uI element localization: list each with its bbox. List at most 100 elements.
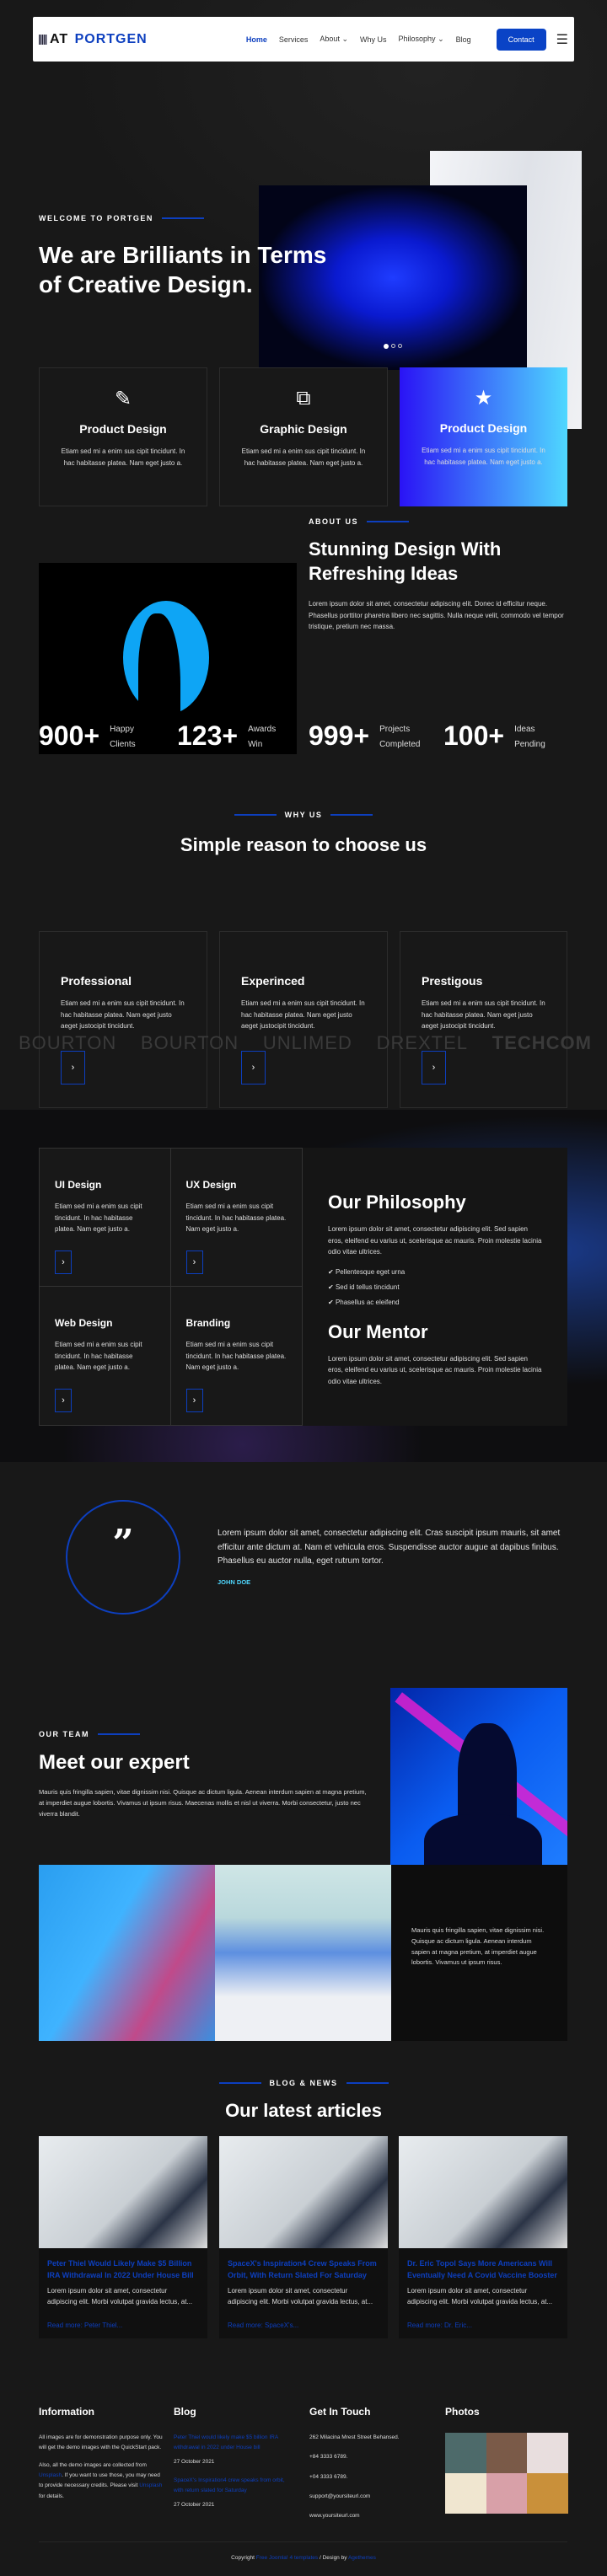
hero-title: We are Brilliants in Terms of Creative D…: [39, 242, 327, 297]
team-photo: [390, 1688, 567, 1865]
footer-contact: Get In Touch 262 Milacina Mrest Street B…: [309, 2406, 436, 2522]
photo-thumb[interactable]: [527, 2473, 568, 2514]
slider-dot-active[interactable]: [384, 344, 389, 349]
read-more-link[interactable]: Read more: Peter Thiel...: [39, 2308, 207, 2343]
quote-icon: ”: [66, 1500, 180, 1615]
testimonial-author: JOHN DOE: [218, 1578, 251, 1586]
about-title: Stunning Design With Refreshing Ideas: [309, 538, 502, 584]
philosophy-panel: Our Philosophy Lorem ipsum dolor sit ame…: [303, 1148, 567, 1426]
nav-home[interactable]: Home: [246, 35, 267, 44]
slider-dot[interactable]: [398, 344, 402, 348]
photo-thumb[interactable]: [486, 2433, 528, 2473]
check-item: ✔ Phasellus ac eleifend: [328, 1298, 400, 1306]
blog-card[interactable]: Dr. Eric Topol Says More Americans Will …: [399, 2136, 567, 2338]
stat: 900+ Happy Clients: [39, 720, 136, 751]
team-title: Meet our expert: [39, 1751, 190, 1774]
chevron-right-button[interactable]: ›: [185, 1388, 203, 1412]
hamburger-menu-icon[interactable]: ☰: [556, 31, 568, 48]
why-eyebrow: WHY US: [0, 811, 607, 819]
service-card[interactable]: ⧉ Graphic Design Etiam sed mi a enim sus c…: [219, 367, 388, 506]
philosophy-grid: UI Design Etiam sed mi a enim sus cipit t…: [39, 1148, 303, 1426]
stat: 999+ Projects Completed: [309, 720, 421, 751]
check-icon: ✔: [328, 1298, 334, 1306]
chevron-right-button[interactable]: ›: [422, 1050, 446, 1084]
pencil-icon: ✎: [114, 388, 132, 410]
footer-divider: [39, 2541, 567, 2542]
check-icon: ✔: [328, 1267, 334, 1276]
footer-blog-link[interactable]: SpaceX's Inspiration4 crew speaks from o…: [174, 2476, 292, 2497]
chevron-right-button[interactable]: ›: [55, 1388, 72, 1412]
partner-logo: UNLIMED: [262, 1032, 352, 1053]
chevron-right-button[interactable]: ›: [185, 1250, 203, 1274]
logo-icon: [39, 34, 47, 45]
philosophy-cell: UX Design Etiam sed mi a enim sus cipit t…: [170, 1149, 302, 1287]
blog-eyebrow: BLOG & NEWS: [0, 2079, 607, 2087]
partner-logo: BOURTON: [19, 1032, 117, 1053]
nav-why-us[interactable]: Why Us: [360, 35, 387, 44]
mentor-title: Our Mentor: [328, 1320, 428, 1342]
check-icon: ✔: [328, 1283, 334, 1291]
philosophy-cell: UI Design Etiam sed mi a enim sus cipit t…: [40, 1149, 171, 1287]
chevron-down-icon: ⌄: [438, 35, 444, 43]
contact-button[interactable]: Contact: [496, 28, 546, 51]
chevron-right-button[interactable]: ›: [241, 1050, 266, 1084]
partner-logo: TECHCOM: [492, 1032, 592, 1053]
star-icon: ★: [474, 387, 493, 410]
photo-thumb[interactable]: [445, 2473, 486, 2514]
blog-image[interactable]: [39, 2136, 207, 2248]
about-text: Lorem ipsum dolor sit amet, consectetur …: [309, 600, 564, 631]
philosophy-cell: Branding Etiam sed mi a enim sus cipit ti…: [171, 1287, 303, 1425]
chevron-down-icon: ⌄: [341, 35, 349, 43]
logo[interactable]: AT PORTGEN: [39, 32, 148, 47]
photo-thumb[interactable]: [445, 2433, 486, 2473]
partner-logo: DREXTEL: [376, 1032, 469, 1053]
footer-photos: Photos: [445, 2406, 568, 2514]
chevron-right-button[interactable]: ›: [61, 1050, 85, 1084]
nav-about[interactable]: About ⌄: [320, 35, 348, 44]
email-link[interactable]: support@yoursiteurl.com: [309, 2492, 436, 2502]
designer-link[interactable]: Agethemes: [348, 2555, 376, 2561]
blog-image[interactable]: [219, 2136, 388, 2248]
service-card-active[interactable]: ★ Product Design Etiam sed mi a enim sus c…: [400, 367, 567, 506]
philosophy-title: Our Philosophy: [328, 1192, 466, 1213]
photo-thumb[interactable]: [527, 2433, 568, 2473]
website-link[interactable]: www.yoursiteurl.com: [309, 2511, 436, 2521]
slider-dots: [384, 344, 402, 349]
nav-blog[interactable]: Blog: [456, 35, 471, 44]
stat: 123+ Awards Win: [177, 720, 277, 751]
team-text-card: Mauris quis fringilla sapien, vitae dign…: [391, 1865, 567, 2041]
why-card: Professional Etiam sed mi a enim sus cipi…: [39, 931, 207, 1108]
read-more-link[interactable]: Read more: Dr. Eric...: [399, 2308, 567, 2343]
why-card: Prestigous Etiam sed mi a enim sus cipit …: [400, 931, 567, 1108]
blog-card[interactable]: Peter Thiel Would Likely Make $5 Billion…: [39, 2136, 207, 2338]
team-photo: [215, 1865, 391, 2041]
photo-thumb[interactable]: [486, 2473, 528, 2514]
blog-card[interactable]: SpaceX's Inspiration4 Crew Speaks From O…: [219, 2136, 388, 2338]
partner-logos: BOURTON BOURTON UNLIMED DREXTEL TECHCOM: [19, 1032, 592, 1054]
navbar-layer: AT PORTGEN Home Services About ⌄ Why Us …: [33, 17, 574, 62]
nav-philosophy[interactable]: Philosophy ⌄: [399, 35, 444, 44]
copy-icon: ⧉: [296, 387, 311, 410]
team-photo: [39, 1865, 215, 2041]
unsplash-link[interactable]: Unsplash: [139, 2482, 162, 2488]
nav-services[interactable]: Services: [279, 35, 309, 44]
blog-image[interactable]: [399, 2136, 567, 2248]
hero-eyebrow: WELCOME TO PORTGEN: [39, 214, 204, 222]
templates-link[interactable]: Free Joomla! 4 templates: [256, 2555, 318, 2561]
stat: 100+ Ideas Pending: [443, 720, 545, 751]
photo-grid: [445, 2433, 568, 2514]
service-card[interactable]: ✎ Product Design Etiam sed mi a enim sus c…: [39, 367, 207, 506]
blog-title: Our latest articles: [225, 2100, 382, 2121]
about-eyebrow: ABOUT US: [309, 517, 409, 526]
unsplash-link[interactable]: Unsplash: [39, 2472, 62, 2478]
copyright: Copyright Free Joomla! 4 templates / Des…: [231, 2555, 376, 2561]
partner-logo: BOURTON: [140, 1032, 239, 1053]
slider-dot[interactable]: [391, 344, 395, 348]
footer-blog: Blog Peter Thiel would likely make $5 bi…: [174, 2406, 292, 2510]
footer-information: Information All images are for demonstra…: [39, 2406, 163, 2499]
read-more-link[interactable]: Read more: SpaceX's...: [219, 2308, 388, 2343]
team-text: Mauris quis fringilla sapien, vitae dign…: [39, 1788, 367, 1818]
why-title: Simple reason to choose us: [180, 834, 427, 855]
footer-blog-link[interactable]: Peter Thiel would likely make $5 billion…: [174, 2433, 292, 2454]
chevron-right-button[interactable]: ›: [55, 1250, 72, 1274]
